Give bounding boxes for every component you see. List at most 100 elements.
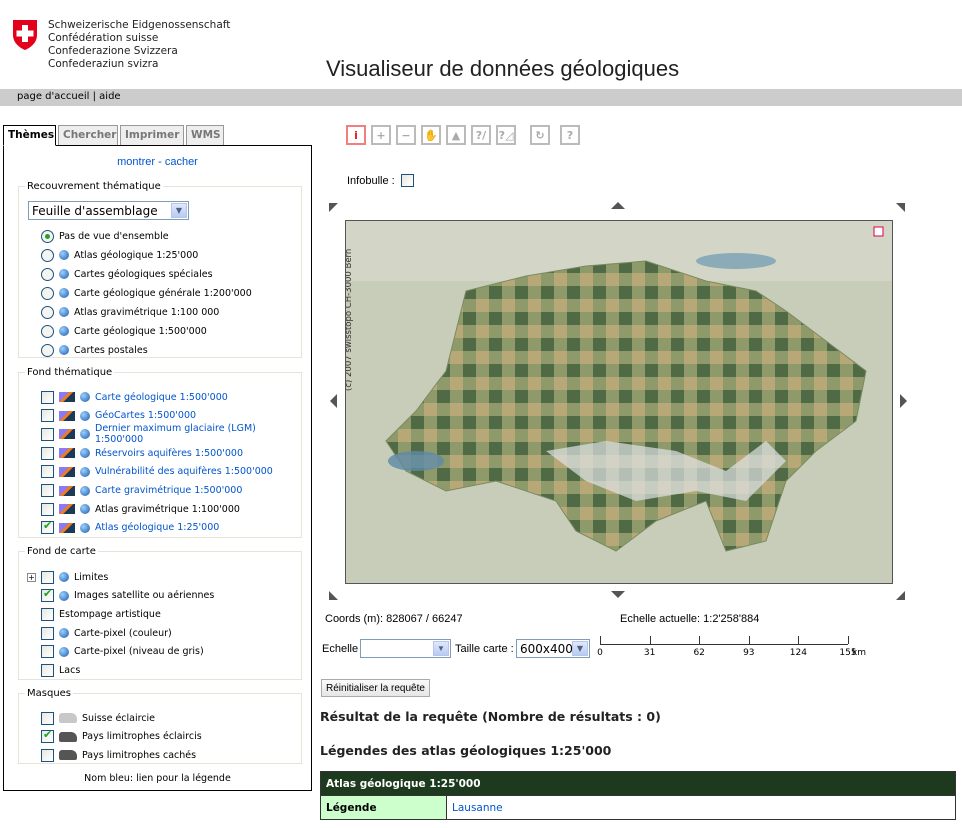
zoom-in-tool-button[interactable]: +	[371, 125, 391, 145]
expand-icon[interactable]: +	[27, 572, 36, 582]
scale-tick	[600, 636, 601, 644]
help-tool-button[interactable]: ?	[560, 125, 580, 145]
layer-checkbox[interactable]	[41, 607, 54, 621]
help-icon: ?	[566, 128, 574, 142]
full-extent-tool-button[interactable]: ▲	[446, 125, 466, 145]
help-link[interactable]: aide	[99, 91, 120, 102]
coords-readout: Coords (m): 828067 / 66247	[325, 613, 463, 625]
refresh-icon: ↻	[535, 128, 545, 142]
radio-option[interactable]: Atlas géologique 1:25'000	[41, 247, 198, 263]
overlay-select[interactable]: Feuille d'assemblage ▼	[28, 201, 189, 220]
layer-checkbox[interactable]	[41, 645, 54, 659]
layer-checkbox[interactable]	[41, 519, 54, 535]
measure-distance-tool-button[interactable]: ?/	[471, 125, 491, 145]
info-tool-button[interactable]: i	[346, 125, 366, 145]
full-extent-icon: ▲	[451, 128, 461, 142]
map-copyright: (c) 2007 swisstopo CH-3000 Bern	[345, 248, 354, 391]
scale-tick-label: 93	[743, 648, 755, 658]
layer-checkbox[interactable]	[41, 427, 54, 441]
globe-icon	[59, 288, 69, 298]
zoom-in-icon: +	[376, 128, 386, 142]
zoom-out-icon: −	[401, 128, 411, 142]
item-label[interactable]: Dernier maximum glaciaire (LGM) 1:500'00…	[95, 423, 301, 445]
pan-west-arrow[interactable]	[330, 394, 337, 408]
radio-button[interactable]	[41, 305, 54, 319]
layer-checkbox[interactable]	[41, 446, 54, 460]
refresh-tool-button[interactable]: ↻	[530, 125, 550, 145]
radio-button[interactable]	[41, 286, 54, 300]
pan-hand-tool-button[interactable]: ✋	[421, 125, 441, 145]
tab-print[interactable]: Imprimer	[120, 125, 184, 145]
layer-checkbox[interactable]	[41, 465, 54, 479]
layer-checkbox[interactable]	[41, 484, 54, 497]
pan-northeast-arrow[interactable]	[896, 203, 905, 212]
layer-checkbox[interactable]	[41, 570, 54, 584]
tab-search[interactable]: Chercher	[58, 125, 118, 145]
radio-button[interactable]	[41, 343, 54, 357]
map-overview-icon[interactable]	[873, 226, 884, 237]
item-label[interactable]: Réservoirs aquifères 1:500'000	[95, 448, 243, 459]
radio-option[interactable]: Cartes postales	[41, 342, 148, 358]
radio-option[interactable]: Cartes géologiques spéciales	[41, 266, 213, 282]
layer-checkbox[interactable]	[41, 502, 54, 516]
layer-checkbox[interactable]	[41, 626, 54, 640]
measure-area-tool-button[interactable]: ?◿	[496, 125, 516, 145]
mask-checkbox[interactable]	[41, 748, 54, 762]
separator: -	[158, 156, 162, 168]
radio-option[interactable]: Carte géologique générale 1:200'000	[41, 285, 252, 301]
layer-checkbox[interactable]	[41, 409, 54, 423]
pan-northwest-arrow[interactable]	[329, 203, 338, 212]
map-view[interactable]: (c) 2007 swisstopo CH-3000 Bern	[345, 220, 893, 584]
swiss-coat-of-arms-logo	[13, 20, 37, 50]
chevron-down-icon: ▼	[433, 641, 449, 656]
item-label[interactable]: Carte géologique 1:500'000	[95, 392, 228, 403]
federation-line: Confédération suisse	[48, 32, 159, 44]
globe-icon	[59, 572, 69, 582]
mask-checkbox[interactable]	[41, 728, 54, 744]
radio-button[interactable]	[41, 248, 54, 262]
basemap-layer-item: Carte-pixel (niveau de gris)	[41, 644, 204, 660]
pan-southeast-arrow[interactable]	[896, 591, 905, 600]
item-label: Lacs	[59, 665, 81, 676]
radio-option[interactable]: Atlas gravimétrique 1:100 000	[41, 304, 219, 320]
scale-tick	[649, 636, 651, 644]
item-label[interactable]: Vulnérabilité des aquifères 1:500'000	[95, 466, 273, 477]
radio-option[interactable]: Pas de vue d'ensemble	[41, 228, 169, 244]
globe-icon	[59, 590, 69, 601]
item-label[interactable]: Atlas géologique 1:25'000	[95, 522, 219, 533]
radio-button[interactable]	[41, 229, 54, 243]
globe-icon	[80, 448, 90, 459]
tab-wms[interactable]: WMS	[186, 125, 224, 145]
show-link[interactable]: montrer	[117, 156, 155, 168]
map-size-select[interactable]: 600x400 ▼	[516, 639, 590, 658]
item-label[interactable]: Carte gravimétrique 1:500'000	[95, 485, 242, 496]
zoom-out-tool-button[interactable]: −	[396, 125, 416, 145]
globe-icon	[59, 345, 69, 355]
scale-tick	[798, 636, 800, 644]
pan-north-arrow[interactable]	[611, 202, 625, 209]
scale-select[interactable]: ▼	[360, 639, 451, 658]
layer-checkbox[interactable]	[41, 587, 54, 603]
mask-icon	[59, 750, 77, 761]
layer-checkbox[interactable]	[41, 390, 54, 404]
hide-link[interactable]: cacher	[165, 156, 198, 168]
mask-checkbox[interactable]	[41, 711, 54, 725]
radio-button[interactable]	[41, 267, 54, 281]
infobulle-checkbox[interactable]	[401, 174, 414, 187]
home-link[interactable]: page d'accueil	[17, 91, 89, 102]
basemap-layer-item: Estompage artistique	[41, 606, 161, 622]
reset-query-button[interactable]: Réinitialiser la requête	[321, 679, 430, 697]
basemap-layer-item: Carte-pixel (couleur)	[41, 625, 172, 641]
table-row: Légende Lausanne	[320, 795, 956, 820]
pan-south-arrow[interactable]	[611, 591, 625, 598]
pan-southwest-arrow[interactable]	[329, 591, 338, 600]
layer-checkbox[interactable]	[41, 664, 54, 677]
legend-link-lausanne[interactable]: Lausanne	[446, 795, 956, 820]
fieldset-legend: Recouvrement thématique	[27, 181, 161, 192]
radio-button[interactable]	[41, 324, 54, 338]
radio-option[interactable]: Carte géologique 1:500'000	[41, 323, 207, 339]
pan-east-arrow[interactable]	[900, 394, 907, 408]
federation-line: Confederazione Svizzera	[48, 45, 178, 57]
tab-themes[interactable]: Thèmes	[3, 125, 56, 146]
item-label[interactable]: GéoCartes 1:500'000	[95, 410, 196, 421]
